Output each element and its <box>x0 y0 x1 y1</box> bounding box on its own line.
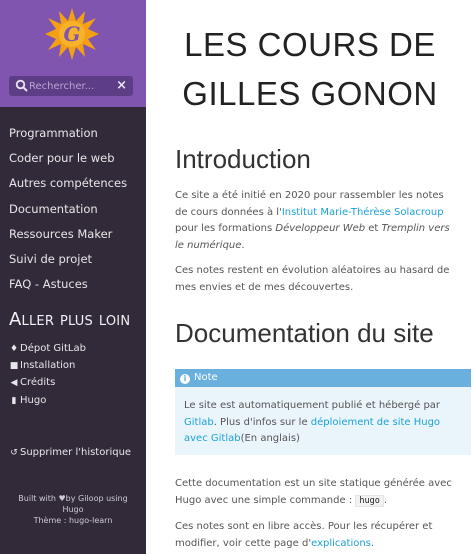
sidebar-header: G × <box>0 0 146 107</box>
history-icon: ↺ <box>10 448 18 458</box>
search-input[interactable] <box>29 78 113 94</box>
svg-text:G: G <box>63 22 80 46</box>
sidebar-footer: Built with ♥by Giloop using Hugo Thème :… <box>0 493 146 526</box>
bullhorn-icon: ◀ <box>10 378 18 388</box>
menu-item-faq-astuces[interactable]: FAQ - Astuces <box>9 277 88 291</box>
shortcut-depot-gitlab[interactable]: ♦ Dépot GitLab <box>9 343 86 355</box>
bookmark-icon: ▮ <box>11 396 17 406</box>
hugo-code: hugo <box>355 494 384 507</box>
menu-item-documentation[interactable]: Documentation <box>9 202 98 216</box>
note-body: Le site est automatiquement publié et hé… <box>184 400 441 444</box>
intro-heading: Introduction <box>175 144 311 174</box>
gitlab-icon: ♦ <box>9 344 19 354</box>
imts-link[interactable]: Institut Marie-Thérèse Solacroup <box>282 207 444 218</box>
doc-paragraph-1: Cette documentation est un site statique… <box>175 478 452 507</box>
menu-item-coder-pour-le-web[interactable]: Coder pour le web <box>9 151 115 165</box>
doc-heading: Documentation du site <box>175 318 434 348</box>
menu-item-autres-competences[interactable]: Autres compétences <box>9 176 127 190</box>
search-icon[interactable] <box>15 79 29 93</box>
search-box: × <box>9 76 133 96</box>
shortcut-hugo[interactable]: ▮ Hugo <box>9 395 47 407</box>
theme-link[interactable]: Thème : hugo-learn <box>0 515 146 526</box>
main-content: LES COURS DE GILLES GONON Introduction C… <box>146 0 474 554</box>
info-icon: i <box>180 374 190 384</box>
note-header: i Note <box>175 369 471 387</box>
gitlab-link[interactable]: Gitlab <box>184 417 214 428</box>
shortcuts-title: Aller plus loin <box>9 309 131 330</box>
shortcut-installation[interactable]: ■ Installation <box>9 360 76 372</box>
hugo-link[interactable]: Hugo <box>0 504 146 515</box>
clear-history-link[interactable]: ↺ Supprimer l'historique <box>9 447 131 459</box>
sidebar: G × Programmation Coder pour le web Autr… <box>0 0 146 554</box>
clear-search-icon[interactable]: × <box>116 77 127 95</box>
intro-paragraph-1: Ce site a été initié en 2020 pour rassem… <box>175 190 450 251</box>
menu-item-suivi-de-projet[interactable]: Suivi de projet <box>9 252 92 266</box>
explications-link[interactable]: explications <box>311 538 371 549</box>
heart-icon: ♥ <box>58 494 66 503</box>
doc-paragraph-2: Ces notes sont en libre accès. Pour les … <box>175 521 433 549</box>
shortcut-credits[interactable]: ◀ Crédits <box>9 377 56 389</box>
intro-paragraph-2: Ces notes restent en évolution aléatoire… <box>175 265 450 293</box>
menu-item-ressources-maker[interactable]: Ressources Maker <box>9 227 112 241</box>
camera-icon: ■ <box>9 361 19 371</box>
site-title: LES COURS DE GILLES GONON <box>182 26 438 112</box>
note-box: i Note Le site est automatiquement publié… <box>175 369 471 455</box>
menu-item-programmation[interactable]: Programmation <box>9 126 98 140</box>
site-logo[interactable]: G <box>44 6 100 62</box>
